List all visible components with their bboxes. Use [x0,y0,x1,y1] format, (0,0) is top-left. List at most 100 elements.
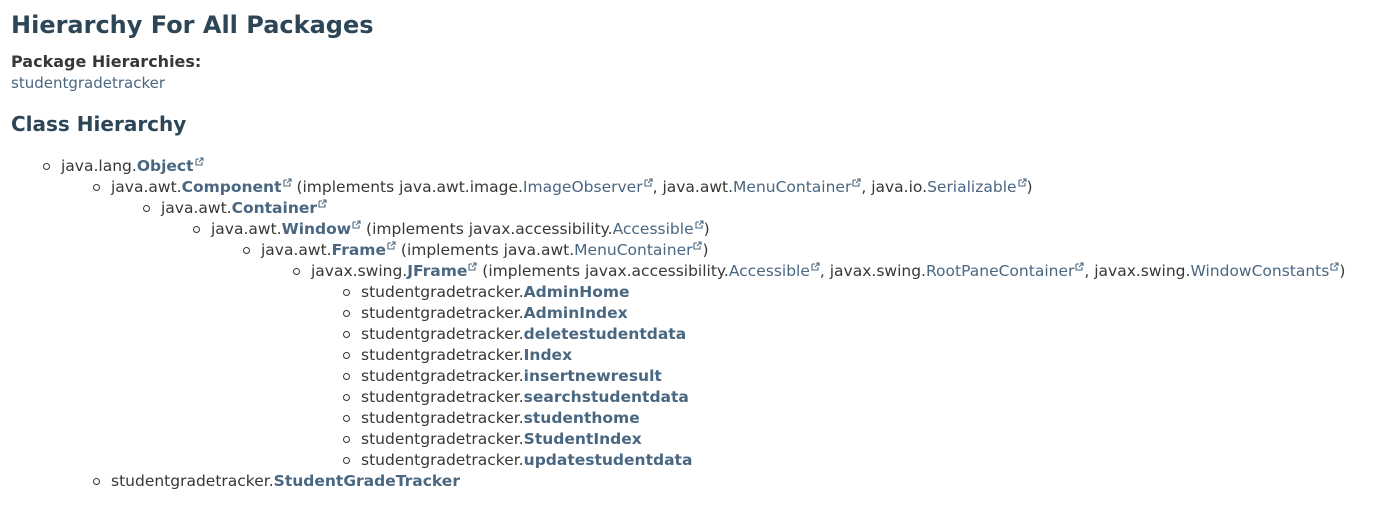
bullet-icon [343,310,350,317]
interface-link[interactable]: MenuContainer [733,178,851,196]
interface-package: java.io. [871,178,928,196]
interface-link[interactable]: Accessible [729,262,810,280]
bullet-icon [193,226,200,233]
package-prefix: studentgradetracker. [361,409,524,427]
package-prefix: studentgradetracker. [361,283,524,301]
interface-package: java.awt. [503,241,575,259]
package-prefix: studentgradetracker. [361,325,524,343]
interface-link[interactable]: Serializable [927,178,1016,196]
tree-item-content: studentgradetracker.searchstudentdata [361,387,689,408]
bullet-icon [343,331,350,338]
tree-item-content: studentgradetracker.deletestudentdata [361,324,686,345]
external-link-icon [1017,178,1027,187]
package-hierarchies-label: Package Hierarchies: [11,52,202,71]
implements-label: (implements [361,220,469,238]
external-link-icon [468,262,477,271]
external-link-icon [695,220,704,229]
implements-close: ) [1339,262,1346,280]
tree-item-content: java.awt.Container [161,198,327,219]
page-title: Hierarchy For All Packages [11,11,374,39]
interface-package: javax.accessibility. [468,220,613,238]
class-link[interactable]: Window [282,220,352,238]
tree-item-content: studentgradetracker.StudentIndex [361,429,642,450]
interface-link[interactable]: MenuContainer [574,241,692,259]
class-link[interactable]: StudentGradeTracker [274,472,460,490]
external-link-icon [693,241,703,250]
tree-item: studentgradetracker.deletestudentdata [0,324,1394,345]
class-link[interactable]: AdminHome [524,283,630,301]
interface-package: javax.accessibility. [584,262,729,280]
class-link[interactable]: insertnewresult [524,367,662,385]
interface-link[interactable]: WindowConstants [1190,262,1329,280]
tree-item: java.awt.Container [0,198,1394,219]
external-link-icon [387,241,396,250]
class-link[interactable]: Frame [332,241,386,259]
package-prefix: studentgradetracker. [361,388,524,406]
bullet-icon [93,478,100,485]
package-prefix: studentgradetracker. [361,346,524,364]
separator: , [652,178,663,196]
tree-item-content: java.awt.Component (implements java.awt.… [111,177,1033,198]
package-prefix: studentgradetracker. [361,451,524,469]
separator: , [819,262,830,280]
bullet-icon [343,352,350,359]
tree-item-content: javax.swing. JFrame (implements javax.acc… [311,261,1345,282]
interface-link[interactable]: RootPaneContainer [926,262,1074,280]
external-link-icon [1075,262,1084,271]
package-prefix: java.awt. [261,241,332,259]
class-link[interactable]: Index [524,346,572,364]
interface-package: javax.swing. [1094,262,1191,280]
tree-item: studentgradetracker.StudentIndex [0,429,1394,450]
bullet-icon [343,457,350,464]
package-link-studentgradetracker[interactable]: studentgradetracker [11,74,165,92]
tree-item: studentgradetracker.searchstudentdata [0,387,1394,408]
bullet-icon [293,268,300,275]
external-link-icon [1330,262,1339,271]
tree-item-content: java.awt.Frame (implements java.awt.Menu… [261,240,709,261]
class-link[interactable]: deletestudentdata [524,325,687,343]
tree-item-content: java.awt.Window (implements javax.access… [211,219,710,240]
implements-label: (implements [291,178,400,196]
interface-package: java.awt. [662,178,734,196]
tree-item: java.awt.Window (implements javax.access… [0,219,1394,240]
class-link[interactable]: Container [232,199,317,217]
implements-close: ) [702,241,709,259]
tree-item: studentgradetracker.Index [0,345,1394,366]
class-hierarchy-heading: Class Hierarchy [11,112,187,136]
tree-item: studentgradetracker.studenthome [0,408,1394,429]
package-prefix: studentgradetracker. [111,472,274,490]
external-link-icon [318,199,327,208]
bullet-icon [343,436,350,443]
external-link-icon [194,157,204,166]
package-prefix: studentgradetracker. [361,367,524,385]
page: Hierarchy For All Packages Package Hiera… [0,0,1394,519]
tree-item: studentgradetracker.updatestudentdata [0,450,1394,471]
interface-link[interactable]: ImageObserver [523,178,643,196]
tree-item-content: studentgradetracker.Index [361,345,572,366]
tree-item: java.awt.Frame (implements java.awt.Menu… [0,240,1394,261]
bullet-icon [343,415,350,422]
class-link[interactable]: JFrame [407,262,467,280]
class-link[interactable]: updatestudentdata [524,451,693,469]
implements-close: ) [703,220,710,238]
package-prefix: studentgradetracker. [361,304,524,322]
class-link[interactable]: Component [182,178,282,196]
tree-item: studentgradetracker.StudentGradeTracker [0,471,1394,492]
interface-package: java.awt.image. [399,178,523,196]
tree-item-content: studentgradetracker.AdminHome [361,282,630,303]
class-link[interactable]: Object [137,157,194,175]
package-prefix: java.awt. [111,178,182,196]
tree-item-content: studentgradetracker.updatestudentdata [361,450,692,471]
package-prefix: java.awt. [161,199,232,217]
tree-item: studentgradetracker.insertnewresult [0,366,1394,387]
bullet-icon [93,184,100,191]
implements-label: (implements [477,262,585,280]
implements-close: ) [1026,178,1033,196]
bullet-icon [243,247,250,254]
interface-link[interactable]: Accessible [613,220,694,238]
class-link[interactable]: searchstudentdata [524,388,689,406]
class-link[interactable]: AdminIndex [524,304,628,322]
bullet-icon [343,373,350,380]
class-link[interactable]: StudentIndex [524,430,642,448]
class-link[interactable]: studenthome [524,409,640,427]
